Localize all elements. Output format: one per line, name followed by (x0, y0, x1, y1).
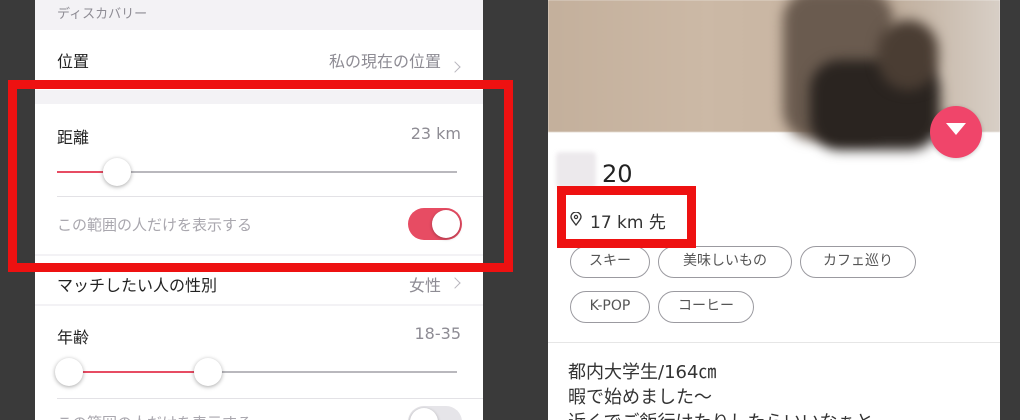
age-slider-max-thumb[interactable] (194, 358, 222, 386)
bio-line: 暇で始めました〜 (568, 387, 712, 408)
age-slider-min-thumb[interactable] (55, 358, 83, 386)
divider (548, 342, 1000, 343)
interest-tag: 美味しいもの (658, 246, 792, 278)
gender-label: マッチしたい人の性別 (57, 276, 218, 295)
gender-value: 女性 (408, 276, 441, 295)
age-slider-fill (69, 371, 208, 373)
section-header: ディスカバリー (57, 7, 148, 22)
annotation-highlight-distance (8, 80, 513, 272)
interest-tag: K-POP (570, 291, 650, 323)
location-value: 私の現在の位置 (328, 52, 441, 71)
location-label: 位置 (57, 52, 90, 71)
profile-photo[interactable] (548, 0, 1000, 150)
interest-tag: カフェ巡り (800, 246, 916, 278)
age-toggle-label: この範囲の人だけを表示する (57, 412, 252, 420)
annotation-highlight-profile-distance (557, 186, 696, 248)
heart-icon (946, 123, 966, 135)
divider (57, 398, 483, 399)
interest-tag: スキー (570, 246, 650, 278)
age-value: 18-35 (414, 324, 462, 343)
name-blurred (556, 152, 596, 188)
bio-line: 都内大学生/164㎝ (568, 362, 717, 383)
age-range-toggle[interactable] (408, 406, 462, 420)
age-label: 年齢 (57, 328, 90, 347)
like-button[interactable] (930, 106, 982, 158)
interest-tag: コーヒー (658, 291, 754, 323)
profile-age: 20 (602, 160, 633, 188)
photo-blur (878, 20, 938, 90)
bio-line: 近くでご飯行けたりしたらいいなぁと (568, 408, 873, 420)
